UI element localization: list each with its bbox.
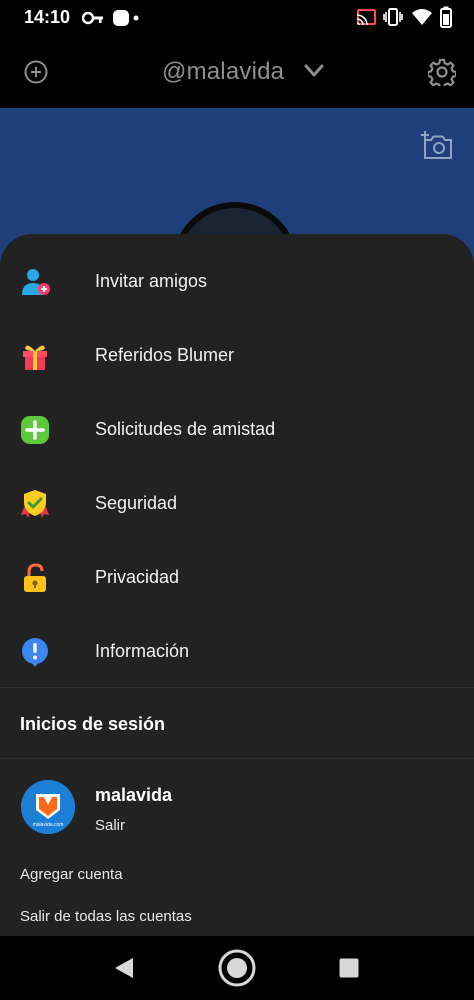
menu-item-privacy[interactable]: Privacidad [0, 541, 474, 615]
menu-item-referrals[interactable]: Referidos Blumer [0, 319, 474, 393]
shield-check-icon [21, 490, 49, 518]
menu-item-label: Información [95, 641, 190, 661]
home-circle-icon[interactable] [217, 948, 257, 988]
invite-user-icon [22, 269, 50, 295]
gift-icon [23, 345, 47, 370]
status-time: 14:10 [24, 7, 71, 27]
gear-icon[interactable] [428, 58, 456, 86]
malavida-logo-caption: malavida.com [33, 822, 64, 828]
malavida-logo-icon: malavida.com [21, 780, 75, 834]
account-avatar: malavida.com [21, 780, 75, 834]
cast-icon [356, 9, 376, 26]
divider [0, 687, 474, 688]
sessions-title: Inicios de sesión [20, 714, 166, 734]
menu-item-invite-friends[interactable]: Invitar amigos [0, 245, 474, 319]
chevron-down-icon[interactable] [304, 64, 324, 78]
key-icon [82, 11, 103, 25]
vibrate-icon [383, 8, 403, 26]
add-photo-icon[interactable] [420, 130, 454, 160]
menu-item-friend-requests[interactable]: Solicitudes de amistad [0, 393, 474, 467]
menu-item-information[interactable]: Información [0, 615, 474, 689]
status-bar: 14:10 [0, 0, 474, 36]
logout-all-link[interactable]: Salir de todas las cuentas [20, 908, 192, 925]
battery-icon [440, 6, 452, 28]
account-name: malavida [95, 785, 173, 805]
plus-square-icon [21, 416, 49, 444]
wifi-icon [412, 9, 432, 25]
menu-item-security[interactable]: Seguridad [0, 467, 474, 541]
divider [0, 758, 474, 759]
account-logout-link[interactable]: Salir [95, 817, 125, 834]
account-menu-sheet: Invitar amigos Referidos Blumer Solicitu… [0, 234, 474, 936]
menu-item-label: Seguridad [95, 493, 178, 513]
menu-item-label: Privacidad [95, 567, 180, 587]
menu-item-label: Invitar amigos [95, 271, 208, 291]
app-bar: @malavida [0, 36, 474, 108]
username-switcher[interactable]: @malavida [162, 58, 284, 86]
info-icon [22, 638, 48, 667]
notification-dot-icon [133, 15, 139, 21]
notification-app-icon [113, 10, 129, 26]
menu-item-label: Solicitudes de amistad [95, 419, 276, 439]
system-nav-bar [0, 936, 474, 1000]
back-triangle-icon[interactable] [113, 957, 135, 979]
add-circle-icon[interactable] [24, 60, 48, 84]
recents-square-icon[interactable] [339, 958, 359, 978]
menu-item-label: Referidos Blumer [95, 345, 235, 365]
lock-open-icon [24, 563, 46, 592]
add-account-link[interactable]: Agregar cuenta [20, 866, 123, 883]
